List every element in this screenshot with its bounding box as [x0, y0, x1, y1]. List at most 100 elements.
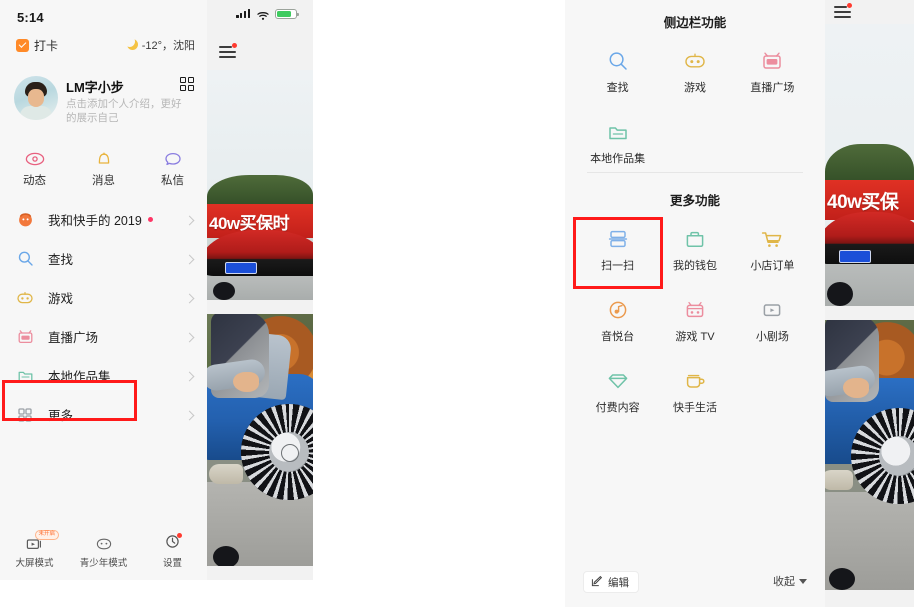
- panel-item-label: 直播广场: [750, 82, 795, 94]
- menu-item-kuaishou-2019[interactable]: 我和快手的 2019: [0, 200, 207, 239]
- game-tv-icon: [656, 297, 733, 323]
- checkin-label[interactable]: 打卡: [34, 37, 58, 54]
- collapse-button[interactable]: 收起: [773, 573, 807, 589]
- shopping-cart-icon: [734, 226, 811, 252]
- menu-item-label: 本地作品集: [48, 370, 111, 384]
- weather-text: -12°，沈阳: [141, 40, 195, 52]
- quick-action-sixin[interactable]: 私信: [138, 148, 207, 196]
- quick-action-xiaoxi[interactable]: 消息: [69, 148, 138, 196]
- moon-icon: [123, 36, 139, 51]
- panel-item-label: 小店订单: [750, 260, 795, 272]
- drawer-menu-list: 我和快手的 2019 查找 游戏 直播广场 本地作品集 更多: [0, 200, 207, 434]
- panel-item-label: 本地作品集: [590, 153, 646, 165]
- bottom-item-big-screen[interactable]: 未开启 大屏模式: [0, 527, 69, 580]
- video-frame-bottom: [207, 314, 313, 566]
- panel-item-shop-orders[interactable]: 小店订单: [734, 220, 811, 275]
- panel-item-label: 音悦台: [601, 331, 635, 343]
- bottom-item-label: 青少年模式: [79, 558, 128, 569]
- section-title-sidebar-functions: 侧边栏功能: [663, 16, 727, 30]
- profile-nickname: LM字小步: [66, 80, 124, 95]
- drawer-scroll-area: 5:14 打卡 -12°，沈阳 LM字小步 点击添加个人介绍，更好的展示自己 动…: [0, 0, 207, 580]
- panel-item-live-square[interactable]: 直播广场: [734, 42, 811, 97]
- quick-action-label: 私信: [161, 175, 184, 187]
- profile-drawer: 5:14 打卡 -12°，沈阳 LM字小步 点击添加个人介绍，更好的展示自己 动…: [0, 0, 207, 580]
- profile-bio[interactable]: 点击添加个人介绍，更好的展示自己: [66, 97, 184, 125]
- weather-info[interactable]: -12°，沈阳: [123, 36, 195, 53]
- panel-item-paid-content[interactable]: 付费内容: [579, 362, 656, 417]
- left-phone-screenshot: 5:14 打卡 -12°，沈阳 LM字小步 点击添加个人介绍，更好的展示自己 动…: [0, 0, 313, 580]
- menu-item-games[interactable]: 游戏: [0, 278, 207, 317]
- profile-header[interactable]: LM字小步 点击添加个人介绍，更好的展示自己: [0, 75, 207, 137]
- music-disc-icon: [579, 297, 656, 323]
- left-video-preview[interactable]: 40w买保时: [207, 0, 313, 580]
- more-functions-panel: 侧边栏功能 查找 游戏 直播广场 本地作品集 更多功能 扫一扫 我的钱包 小店订…: [565, 0, 825, 607]
- section-divider: [587, 172, 803, 173]
- qr-code-icon[interactable]: [180, 77, 195, 91]
- section-title-more-functions: 更多功能: [669, 194, 720, 208]
- status-bar-clock: 5:14: [17, 10, 44, 25]
- video-banner-text: 40w买保: [827, 192, 899, 213]
- theater-screen-icon: [734, 297, 811, 323]
- panel-item-game-tv[interactable]: 游戏 TV: [656, 291, 733, 346]
- quick-action-dongtai[interactable]: 动态: [0, 148, 69, 196]
- panel-item-music-stage[interactable]: 音悦台: [579, 291, 656, 346]
- panel-item-label: 快手生活: [672, 402, 717, 414]
- menu-item-local-works[interactable]: 本地作品集: [0, 356, 207, 395]
- drawer-bottom-bar: 未开启 大屏模式 青少年模式 设置: [0, 527, 207, 580]
- search-icon: [579, 48, 656, 74]
- video-gap-strip: [825, 306, 914, 320]
- menu-item-label: 我和快手的 2019: [48, 214, 142, 228]
- video-frame-top: 40w买保: [825, 24, 914, 306]
- bottom-item-teen-mode[interactable]: 青少年模式: [69, 527, 138, 580]
- panel-item-games[interactable]: 游戏: [656, 42, 733, 97]
- chevron-right-icon: [184, 293, 195, 303]
- menu-red-dot: [232, 43, 237, 48]
- chat-bubble-icon: [138, 148, 207, 170]
- avatar[interactable]: [14, 76, 58, 120]
- wallet-icon: [656, 226, 733, 252]
- video-frame-top: 40w买保时: [207, 70, 313, 300]
- wifi-icon: [257, 8, 269, 20]
- edit-button[interactable]: 编辑: [583, 571, 639, 593]
- hamburger-menu-icon[interactable]: [834, 3, 852, 18]
- menu-item-label: 更多: [48, 409, 74, 423]
- panel-cell-empty: [734, 362, 811, 417]
- panel-item-kuaishou-life[interactable]: 快手生活: [656, 362, 733, 417]
- settings-icon: [138, 532, 207, 553]
- game-robot-icon: [656, 48, 733, 74]
- panel-item-label: 游戏: [683, 82, 706, 94]
- edit-button-label: 编辑: [608, 576, 629, 589]
- checkin-weather-row: 打卡 -12°，沈阳: [0, 36, 207, 60]
- live-tv-icon: [734, 48, 811, 74]
- panel-bottom-bar: 编辑 收起: [565, 561, 825, 607]
- bottom-item-label: 设置: [162, 558, 182, 569]
- bell-icon: [69, 148, 138, 170]
- panel-item-label: 付费内容: [595, 402, 640, 414]
- panel-item-theater[interactable]: 小剧场: [734, 291, 811, 346]
- chevron-right-icon: [184, 410, 195, 420]
- menu-item-search[interactable]: 查找: [0, 239, 207, 278]
- right-video-preview[interactable]: 40w买保: [825, 0, 914, 607]
- menu-item-label: 直播广场: [48, 331, 99, 345]
- panel-item-scan[interactable]: 扫一扫: [579, 220, 656, 275]
- menu-item-more[interactable]: 更多: [0, 395, 207, 434]
- diamond-icon: [579, 368, 656, 394]
- panel-item-label: 扫一扫: [601, 260, 635, 272]
- teen-mode-icon: [69, 534, 138, 553]
- caret-down-icon: [799, 578, 807, 584]
- panel-item-wallet[interactable]: 我的钱包: [656, 220, 733, 275]
- not-open-badge: 未开启: [34, 530, 60, 540]
- video-frame-bottom: [825, 320, 914, 590]
- menu-item-live-square[interactable]: 直播广场: [0, 317, 207, 356]
- hamburger-menu-icon[interactable]: [219, 43, 237, 58]
- panel-item-search[interactable]: 查找: [579, 42, 656, 97]
- panel-item-local-works[interactable]: 本地作品集: [579, 113, 656, 168]
- menu-red-dot: [847, 3, 852, 8]
- panel-item-label: 我的钱包: [672, 260, 717, 272]
- bottom-item-settings[interactable]: 设置: [138, 527, 207, 580]
- live-tv-icon: [16, 328, 34, 346]
- video-status-bar: [207, 0, 313, 30]
- screenshot-canvas: 5:14 打卡 -12°，沈阳 LM字小步 点击添加个人介绍，更好的展示自己 动…: [0, 0, 914, 607]
- right-phone-screenshot: 侧边栏功能 查找 游戏 直播广场 本地作品集 更多功能 扫一扫 我的钱包 小店订…: [565, 0, 914, 607]
- cup-icon: [656, 368, 733, 394]
